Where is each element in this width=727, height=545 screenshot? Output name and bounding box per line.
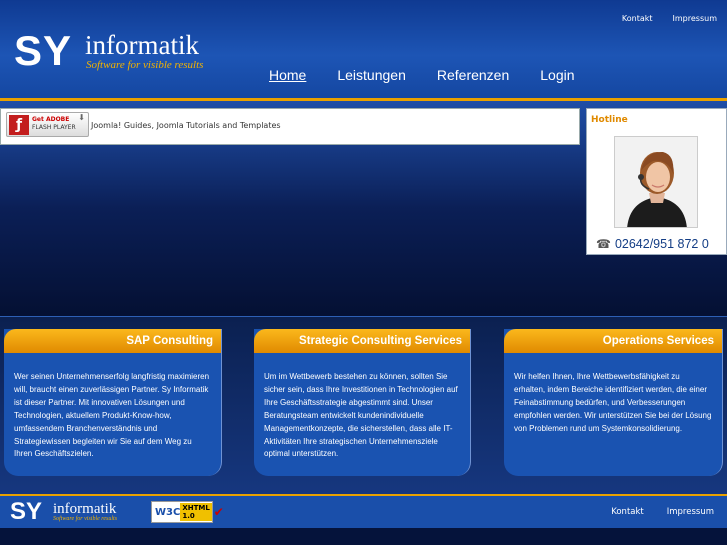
check-icon: ✔ (213, 505, 224, 519)
nav-referenzen[interactable]: Referenzen (437, 67, 509, 83)
logo-tagline: Software for visible results (86, 59, 204, 71)
site-header: SY informatik Software for visible resul… (0, 0, 727, 101)
card-strategic-consulting: Strategic Consulting Services Um im Wett… (254, 329, 471, 476)
card-operations-services: Operations Services Wir helfen Ihnen, Ih… (504, 329, 723, 476)
nav-leistungen[interactable]: Leistungen (337, 67, 406, 83)
main-banner: ƒ Get ADOBE FLASH PLAYER ⬇ Joomla! Guide… (0, 101, 727, 316)
download-arrow-icon: ⬇ (78, 113, 85, 122)
nav-login[interactable]: Login (540, 67, 574, 83)
top-links: Kontakt Impressum (622, 14, 717, 23)
card-text: Wer seinen Unternehmenserfolg langfristi… (14, 372, 210, 459)
site-footer: SY informatik Software for visible resul… (0, 494, 727, 528)
card-title[interactable]: SAP Consulting (4, 329, 221, 353)
flash-box: ƒ Get ADOBE FLASH PLAYER ⬇ Joomla! Guide… (0, 108, 580, 145)
card-text: Wir helfen Ihnen, Ihre Wettbewerbsfähigk… (514, 372, 712, 433)
hotline-photo (614, 136, 698, 228)
hotline-title: Hotline (591, 115, 628, 125)
xhtml-label: XHTML 1.0 (180, 503, 212, 521)
card-title[interactable]: Operations Services (504, 329, 722, 353)
footer-links: Kontakt Impressum (611, 507, 714, 517)
w3c-xhtml-badge[interactable]: W3C XHTML 1.0 ✔ (151, 501, 224, 523)
footer-logo-wordmark: informatik (53, 501, 117, 517)
get-flash-button[interactable]: ƒ Get ADOBE FLASH PLAYER ⬇ (6, 112, 89, 137)
phone-icon: ☎ (596, 237, 611, 251)
flash-line1: Get ADOBE (32, 116, 70, 123)
flash-icon: ƒ (9, 115, 29, 135)
logo-sy: SY (14, 27, 73, 74)
hotline-box: Hotline ☎ 02642/951 872 0 (586, 108, 727, 255)
xhtml-line1: XHTML (182, 504, 210, 512)
main-nav: Home Leistungen Referenzen Login (269, 67, 606, 83)
hotline-phone[interactable]: ☎ 02642/951 872 0 (596, 237, 727, 251)
footer-logo-tagline: Software for visible results (53, 516, 118, 522)
bottom-bar (0, 528, 727, 545)
logo-wordmark: informatik (85, 30, 199, 60)
footer-link-kontakt[interactable]: Kontakt (611, 507, 644, 517)
hotline-number: 02642/951 872 0 (614, 237, 709, 251)
support-agent-image (615, 137, 697, 227)
footer-link-impressum[interactable]: Impressum (667, 507, 714, 517)
card-text: Um im Wettbewerb bestehen zu können, sol… (264, 372, 458, 459)
nav-home[interactable]: Home (269, 67, 306, 83)
footer-logo-sy: SY (10, 498, 43, 525)
flash-caption[interactable]: Joomla! Guides, Joomla Tutorials and Tem… (91, 121, 281, 130)
card-sap-consulting: SAP Consulting Wer seinen Unternehmenser… (4, 329, 222, 476)
w3c-logo: W3C (155, 506, 181, 518)
top-link-kontakt[interactable]: Kontakt (622, 14, 653, 23)
services-section: SAP Consulting Wer seinen Unternehmenser… (0, 316, 727, 494)
flash-line2: FLASH PLAYER (32, 124, 76, 131)
flash-button-text: Get ADOBE FLASH PLAYER (32, 116, 76, 132)
xhtml-line2: 1.0 (182, 512, 195, 520)
top-link-impressum[interactable]: Impressum (673, 14, 717, 23)
card-title[interactable]: Strategic Consulting Services (254, 329, 470, 353)
